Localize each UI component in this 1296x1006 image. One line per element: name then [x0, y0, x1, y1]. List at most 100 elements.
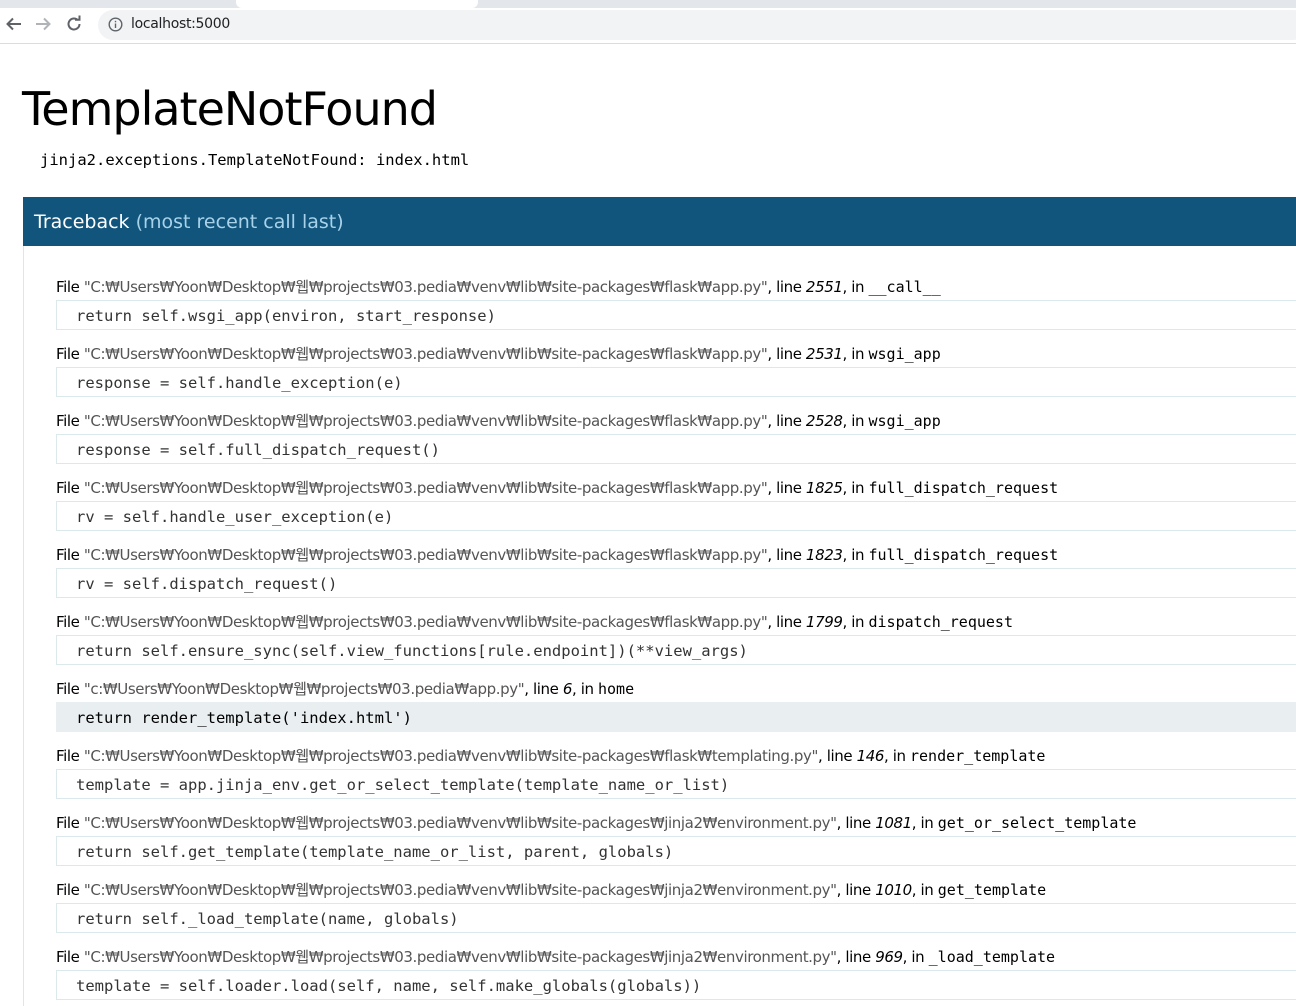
frame-function: _load_template — [928, 948, 1056, 966]
frame-file-prefix: File — [56, 479, 84, 497]
frame-line-label: , line — [767, 546, 806, 564]
arrow-right-icon — [34, 15, 52, 33]
frame-line-number: 2551 — [805, 278, 843, 296]
frame-filename: "C:₩Users₩Yoon₩Desktop₩웹₩projects₩03.ped… — [83, 412, 768, 430]
frame-function: wsgi_app — [868, 345, 941, 363]
frame-function: render_template — [910, 747, 1046, 765]
frame-in-label: , in — [842, 546, 869, 564]
arrow-left-icon — [5, 15, 23, 33]
frame-file-prefix: File — [56, 747, 84, 765]
code-line[interactable]: return self._load_template(name, globals… — [56, 903, 1296, 933]
frame-file-prefix: File — [56, 814, 84, 832]
code-line[interactable]: template = self.loader.load(self, name, … — [56, 970, 1296, 1000]
page-title: TemplateNotFound — [22, 82, 438, 136]
frame-line-number: 2528 — [805, 412, 843, 430]
frame-location: File "C:₩Users₩Yoon₩Desktop₩웹₩projects₩0… — [56, 946, 1296, 968]
traceback-frames: File "C:₩Users₩Yoon₩Desktop₩웹₩projects₩0… — [23, 246, 1296, 1006]
reload-icon — [65, 15, 83, 33]
traceback-frame: File "C:₩Users₩Yoon₩Desktop₩웹₩projects₩0… — [56, 611, 1296, 665]
traceback-frame: File "C:₩Users₩Yoon₩Desktop₩웹₩projects₩0… — [56, 410, 1296, 464]
browser-toolbar: localhost:5000 — [0, 8, 1296, 44]
frame-filename: "C:₩Users₩Yoon₩Desktop₩웹₩projects₩03.ped… — [83, 479, 768, 497]
frame-location: File "C:₩Users₩Yoon₩Desktop₩웹₩projects₩0… — [56, 410, 1296, 432]
traceback-header: Traceback (most recent call last) — [23, 197, 1296, 246]
frame-function: full_dispatch_request — [868, 479, 1059, 497]
frame-function: full_dispatch_request — [868, 546, 1059, 564]
frame-line-number: 1081 — [875, 814, 912, 832]
frame-line-number: 6 — [562, 680, 573, 698]
frame-file-prefix: File — [56, 613, 84, 631]
frame-in-label: , in — [842, 345, 869, 363]
url-text[interactable]: localhost:5000 — [131, 16, 230, 32]
frame-line-label: , line — [767, 412, 806, 430]
frame-function: home — [597, 680, 635, 698]
frame-in-label: , in — [842, 613, 869, 631]
code-line[interactable]: response = self.handle_exception(e) — [56, 367, 1296, 397]
frame-in-label: , in — [911, 881, 938, 899]
frame-filename: "C:₩Users₩Yoon₩Desktop₩웹₩projects₩03.ped… — [83, 747, 819, 765]
active-tab[interactable] — [236, 0, 478, 8]
frame-function: wsgi_app — [868, 412, 941, 430]
frame-line-number: 2531 — [805, 345, 843, 363]
frame-line-number: 146 — [856, 747, 885, 765]
traceback-frame: File "C:₩Users₩Yoon₩Desktop₩웹₩projects₩0… — [56, 745, 1296, 799]
frame-function: __call__ — [868, 278, 941, 296]
code-line[interactable]: return self.wsgi_app(environ, start_resp… — [56, 300, 1296, 330]
frame-line-label: , line — [836, 948, 876, 966]
traceback-frame: File "C:₩Users₩Yoon₩Desktop₩웹₩projects₩0… — [56, 946, 1296, 1000]
frame-in-label: , in — [902, 948, 929, 966]
info-circle-icon[interactable] — [108, 17, 123, 37]
code-line[interactable]: template = app.jinja_env.get_or_select_t… — [56, 769, 1296, 799]
frame-location: File "C:₩Users₩Yoon₩Desktop₩웹₩projects₩0… — [56, 879, 1296, 901]
frame-location: File "C:₩Users₩Yoon₩Desktop₩웹₩projects₩0… — [56, 544, 1296, 566]
frame-filename: "C:₩Users₩Yoon₩Desktop₩웹₩projects₩03.ped… — [83, 278, 768, 296]
frame-file-prefix: File — [56, 546, 84, 564]
code-line[interactable]: response = self.full_dispatch_request() — [56, 434, 1296, 464]
frame-in-label: , in — [842, 412, 869, 430]
frame-location: File "C:₩Users₩Yoon₩Desktop₩웹₩projects₩0… — [56, 343, 1296, 365]
frame-filename: "C:₩Users₩Yoon₩Desktop₩웹₩projects₩03.ped… — [83, 881, 837, 899]
frame-filename: "c:₩Users₩Yoon₩Desktop₩웹₩projects₩03.ped… — [83, 680, 525, 698]
code-line[interactable]: rv = self.dispatch_request() — [56, 568, 1296, 598]
traceback-frame: File "C:₩Users₩Yoon₩Desktop₩웹₩projects₩0… — [56, 812, 1296, 866]
frame-filename: "C:₩Users₩Yoon₩Desktop₩웹₩projects₩03.ped… — [83, 814, 837, 832]
frame-function: get_or_select_template — [937, 814, 1137, 832]
frame-function: get_template — [937, 881, 1047, 899]
reload-button[interactable] — [60, 10, 88, 38]
frame-location: File "c:₩Users₩Yoon₩Desktop₩웹₩projects₩0… — [56, 678, 1296, 700]
frame-line-label: , line — [767, 278, 806, 296]
frame-in-label: , in — [572, 680, 598, 698]
back-button[interactable] — [0, 10, 28, 38]
traceback-frame: File "c:₩Users₩Yoon₩Desktop₩웹₩projects₩0… — [56, 678, 1296, 732]
frame-in-label: , in — [842, 479, 869, 497]
frame-in-label: , in — [842, 278, 869, 296]
tab-strip — [0, 0, 1296, 8]
frame-line-number: 1823 — [805, 546, 843, 564]
frame-function: dispatch_request — [868, 613, 1013, 631]
frame-line-label: , line — [767, 345, 806, 363]
code-line[interactable]: return self.get_template(template_name_o… — [56, 836, 1296, 866]
frame-location: File "C:₩Users₩Yoon₩Desktop₩웹₩projects₩0… — [56, 745, 1296, 767]
frame-in-label: , in — [884, 747, 910, 765]
frame-file-prefix: File — [56, 345, 84, 363]
code-line[interactable]: rv = self.handle_user_exception(e) — [56, 501, 1296, 531]
frame-location: File "C:₩Users₩Yoon₩Desktop₩웹₩projects₩0… — [56, 812, 1296, 834]
frame-line-label: , line — [836, 814, 876, 832]
frame-line-label: , line — [836, 881, 876, 899]
frame-in-label: , in — [911, 814, 938, 832]
frame-file-prefix: File — [56, 412, 84, 430]
current-code-line[interactable]: return render_template('index.html') — [56, 702, 1296, 732]
frame-file-prefix: File — [56, 278, 84, 296]
frame-file-prefix: File — [56, 680, 84, 698]
code-line[interactable]: return self.ensure_sync(self.view_functi… — [56, 635, 1296, 665]
forward-button[interactable] — [29, 10, 57, 38]
frame-location: File "C:₩Users₩Yoon₩Desktop₩웹₩projects₩0… — [56, 276, 1296, 298]
frame-location: File "C:₩Users₩Yoon₩Desktop₩웹₩projects₩0… — [56, 611, 1296, 633]
traceback-frame: File "C:₩Users₩Yoon₩Desktop₩웹₩projects₩0… — [56, 276, 1296, 330]
traceback-frame: File "C:₩Users₩Yoon₩Desktop₩웹₩projects₩0… — [56, 879, 1296, 933]
traceback-frame: File "C:₩Users₩Yoon₩Desktop₩웹₩projects₩0… — [56, 544, 1296, 598]
frame-line-label: , line — [767, 479, 806, 497]
frame-line-number: 1010 — [875, 881, 912, 899]
frame-filename: "C:₩Users₩Yoon₩Desktop₩웹₩projects₩03.ped… — [83, 546, 768, 564]
address-bar[interactable]: localhost:5000 — [98, 10, 1296, 40]
